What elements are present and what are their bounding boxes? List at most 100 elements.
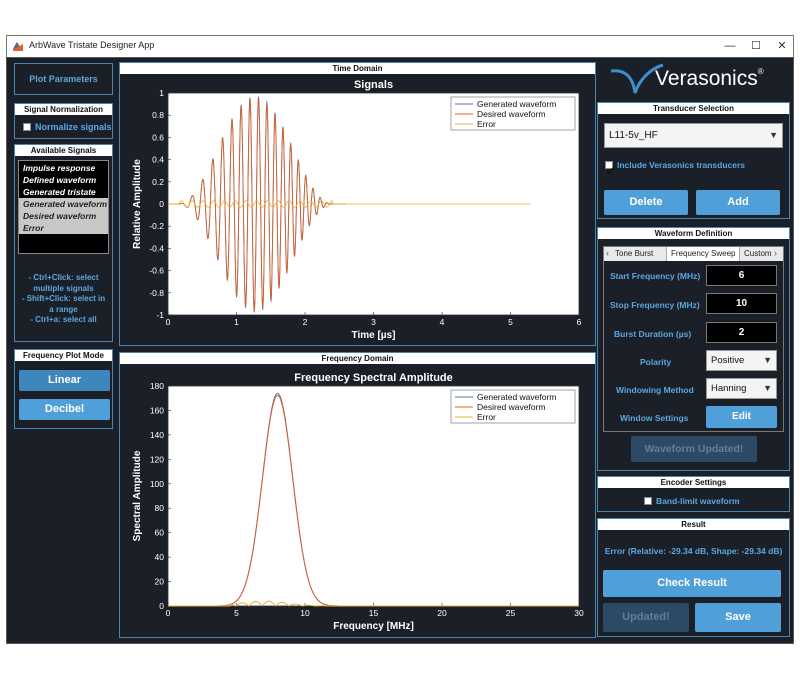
window-titlebar: ArbWave Tristate Designer App — ☐ ✕ bbox=[6, 35, 794, 57]
x-tick-label: 5 bbox=[234, 608, 239, 618]
x-tick-label: 2 bbox=[303, 317, 308, 327]
x-tick-label: 25 bbox=[506, 608, 516, 618]
y-tick-label: 140 bbox=[150, 430, 164, 440]
chevron-down-icon: ▼ bbox=[763, 383, 772, 393]
y-axis-label: Spectral Amplitude bbox=[132, 450, 143, 541]
y-tick-label: 100 bbox=[150, 479, 164, 489]
signal-list-item[interactable]: Defined waveform bbox=[19, 174, 108, 186]
add-button[interactable]: Add bbox=[696, 190, 780, 215]
x-tick-label: 0 bbox=[166, 317, 171, 327]
tab-scroll-left-icon[interactable]: ‹ bbox=[606, 248, 609, 258]
transducer-value: L11-5v_HF bbox=[609, 130, 658, 141]
transducer-selection-header: Transducer Selection bbox=[598, 103, 789, 114]
x-tick-label: 5 bbox=[508, 317, 513, 327]
burst-duration-label: Burst Duration (µs) bbox=[614, 329, 692, 339]
transducer-selection-panel: Transducer Selection L11-5v_HF ▼ Include… bbox=[597, 102, 790, 219]
minimize-button[interactable]: — bbox=[721, 38, 739, 54]
brand-name: Verasonics bbox=[655, 67, 758, 90]
waveform-updated-button[interactable]: Waveform Updated! bbox=[631, 436, 757, 462]
plot-parameters-panel: Plot Parameters bbox=[14, 63, 113, 95]
y-tick-label: 80 bbox=[155, 503, 165, 513]
y-tick-label: 160 bbox=[150, 405, 164, 415]
frequency-plot-mode-header: Frequency Plot Mode bbox=[15, 350, 112, 361]
legend-entry: Error bbox=[477, 119, 496, 129]
x-tick-label: 0 bbox=[166, 608, 171, 618]
y-tick-label: 0 bbox=[159, 601, 164, 611]
normalize-signals-label: Normalize signals bbox=[35, 122, 112, 132]
tab-tone-burst[interactable]: Tone Burst bbox=[615, 249, 653, 258]
signal-list-item[interactable]: Impulse response bbox=[19, 162, 108, 174]
signal-list-item[interactable]: Error bbox=[19, 222, 108, 234]
plot-parameters-button[interactable]: Plot Parameters bbox=[15, 74, 112, 84]
chevron-down-icon: ▼ bbox=[769, 130, 778, 140]
signal-list-item[interactable]: Desired waveform bbox=[19, 210, 108, 222]
waveform-definition-header: Waveform Definition bbox=[598, 228, 789, 239]
check-result-button[interactable]: Check Result bbox=[603, 570, 781, 597]
x-tick-label: 10 bbox=[300, 608, 310, 618]
band-limit-checkbox[interactable] bbox=[644, 497, 652, 505]
linear-button[interactable]: Linear bbox=[19, 370, 110, 391]
updated-button[interactable]: Updated! bbox=[603, 603, 689, 632]
tab-frequency-sweep[interactable]: Frequency Sweep bbox=[666, 247, 741, 261]
signal-normalization-panel: Signal Normalization Normalize signals bbox=[14, 103, 113, 139]
hint-line: - Ctrl+a: select all bbox=[30, 315, 97, 324]
signal-normalization-header: Signal Normalization bbox=[15, 104, 112, 115]
polarity-label: Polarity bbox=[640, 357, 672, 367]
x-tick-label: 20 bbox=[437, 608, 447, 618]
maximize-button[interactable]: ☐ bbox=[747, 38, 765, 54]
frequency-plot-mode-panel: Frequency Plot Mode Linear Decibel bbox=[14, 349, 113, 429]
legend-entry: Generated waveform bbox=[477, 99, 556, 109]
y-tick-label: 40 bbox=[155, 552, 165, 562]
normalize-signals-checkbox[interactable] bbox=[23, 123, 31, 131]
available-signals-panel: Available Signals Impulse response Define… bbox=[14, 144, 113, 342]
chart-title: Signals bbox=[354, 79, 393, 91]
result-error-text: Error (Relative: -29.34 dB, Shape: -29.3… bbox=[604, 546, 783, 556]
available-signals-list[interactable]: Impulse response Defined waveform Generate… bbox=[18, 160, 109, 254]
stop-frequency-input[interactable]: 10 bbox=[706, 293, 777, 314]
y-tick-label: 0.8 bbox=[152, 110, 164, 120]
x-axis-label: Time [µs] bbox=[352, 330, 396, 341]
legend-entry: Generated waveform bbox=[477, 392, 556, 402]
selection-hints: - Ctrl+Click: select multiple signals - Sh… bbox=[15, 273, 112, 326]
stop-frequency-label: Stop Frequency (MHz) bbox=[610, 300, 700, 310]
x-tick-label: 30 bbox=[574, 608, 584, 618]
time-domain-panel: Time Domain Signals 0 1 2 3 4 5 6 -1 -0.8 -0.6 -0.4… bbox=[119, 62, 596, 346]
polarity-dropdown[interactable]: Positive ▼ bbox=[706, 350, 777, 371]
windowing-method-value: Hanning bbox=[711, 383, 747, 394]
available-signals-header: Available Signals bbox=[15, 145, 112, 156]
y-tick-label: -1 bbox=[156, 310, 164, 320]
y-tick-label: -0.2 bbox=[149, 221, 164, 231]
hint-line: a range bbox=[49, 304, 78, 314]
polarity-value: Positive bbox=[711, 355, 745, 366]
tab-scroll-right-icon[interactable]: › bbox=[774, 248, 777, 258]
y-tick-label: 1 bbox=[159, 88, 164, 98]
y-tick-label: 120 bbox=[150, 454, 164, 464]
encoder-settings-panel: Encoder Settings Band-limit waveform bbox=[597, 476, 790, 512]
band-limit-label: Band-limit waveform bbox=[656, 496, 740, 506]
decibel-button[interactable]: Decibel bbox=[19, 399, 110, 420]
y-tick-label: -0.4 bbox=[149, 243, 164, 253]
start-frequency-input[interactable]: 6 bbox=[706, 265, 777, 286]
hint-line: - Ctrl+Click: select bbox=[28, 273, 99, 282]
delete-button[interactable]: Delete bbox=[604, 190, 688, 215]
burst-duration-input[interactable]: 2 bbox=[706, 322, 777, 343]
edit-button[interactable]: Edit bbox=[706, 406, 777, 428]
result-header: Result bbox=[598, 519, 789, 530]
signal-list-item[interactable]: Generated tristate bbox=[19, 186, 108, 198]
windowing-method-dropdown[interactable]: Hanning ▼ bbox=[706, 378, 777, 399]
include-transducers-checkbox[interactable] bbox=[605, 161, 614, 175]
y-tick-label: -0.6 bbox=[149, 266, 164, 276]
x-tick-label: 4 bbox=[440, 317, 445, 327]
transducer-dropdown[interactable]: L11-5v_HF ▼ bbox=[604, 123, 783, 148]
legend-entry: Error bbox=[477, 412, 496, 422]
tab-custom[interactable]: Custom bbox=[744, 249, 772, 258]
start-frequency-label: Start Frequency (MHz) bbox=[610, 271, 701, 281]
brand-mark: ® bbox=[757, 67, 764, 76]
close-button[interactable]: ✕ bbox=[773, 38, 791, 54]
save-button[interactable]: Save bbox=[695, 603, 781, 632]
encoder-settings-header: Encoder Settings bbox=[598, 477, 789, 488]
signal-list-item[interactable]: Generated waveform bbox=[19, 198, 108, 210]
x-tick-label: 1 bbox=[234, 317, 239, 327]
x-axis-label: Frequency [MHz] bbox=[333, 621, 414, 632]
check-icon bbox=[606, 167, 614, 175]
